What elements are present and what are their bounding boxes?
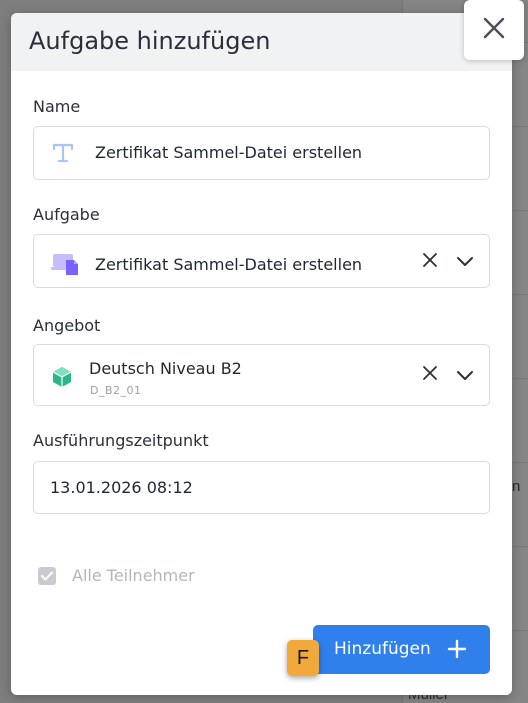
close-icon[interactable] xyxy=(421,364,439,386)
keyboard-hint-badge: F xyxy=(287,640,319,676)
task-file-icon xyxy=(51,252,81,280)
all-participants-checkbox[interactable] xyxy=(38,567,56,585)
execution-time-value: 13.01.2026 08:12 xyxy=(50,478,193,497)
task-value: Zertifikat Sammel-Datei erstellen xyxy=(95,255,363,274)
offer-select[interactable]: Deutsch Niveau B2 D_B2_01 xyxy=(33,344,490,406)
text-type-icon xyxy=(52,142,74,168)
name-input[interactable]: Zertifikat Sammel-Datei erstellen xyxy=(33,126,490,180)
cube-icon xyxy=(50,365,74,393)
dialog-close-button[interactable] xyxy=(464,0,524,60)
background-cell-text: n xyxy=(512,478,521,495)
add-task-dialog: Aufgabe hinzufügen Name Zertifikat Samme… xyxy=(11,13,512,695)
task-select[interactable]: Zertifikat Sammel-Datei erstellen xyxy=(33,234,490,288)
chevron-down-icon[interactable] xyxy=(456,367,474,386)
name-label: Name xyxy=(33,97,81,116)
chevron-down-icon[interactable] xyxy=(456,253,474,272)
add-button-label: Hinzufügen xyxy=(334,639,431,659)
task-label: Aufgabe xyxy=(33,205,100,224)
dialog-header: Aufgabe hinzufügen xyxy=(11,13,512,71)
check-icon xyxy=(41,571,53,581)
close-icon xyxy=(483,17,505,43)
name-value: Zertifikat Sammel-Datei erstellen xyxy=(95,143,363,162)
execution-time-label: Ausführungszeitpunkt xyxy=(33,431,209,450)
offer-value: Deutsch Niveau B2 xyxy=(89,359,242,378)
close-icon[interactable] xyxy=(421,251,439,273)
execution-time-input[interactable]: 13.01.2026 08:12 xyxy=(33,461,490,514)
dialog-title: Aufgabe hinzufügen xyxy=(29,27,271,55)
all-participants-label: Alle Teilnehmer xyxy=(72,566,195,585)
offer-label: Angebot xyxy=(33,316,101,335)
offer-code: D_B2_01 xyxy=(90,384,142,397)
add-button[interactable]: Hinzufügen xyxy=(313,625,490,674)
plus-icon xyxy=(447,639,467,663)
